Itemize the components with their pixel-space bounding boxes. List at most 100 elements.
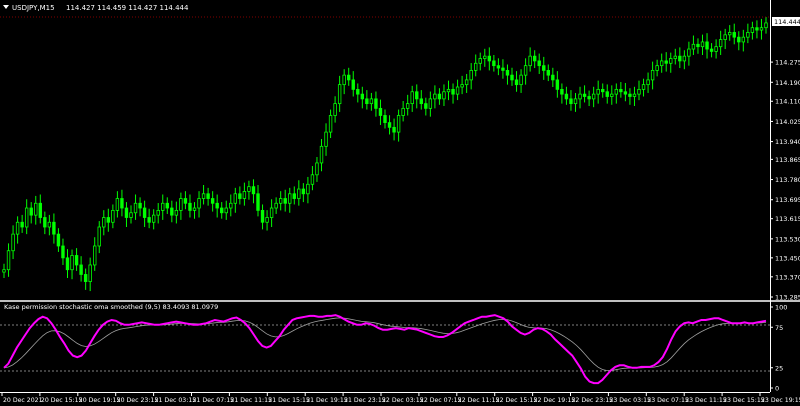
candle-body xyxy=(210,198,215,204)
level-tick-label: 0 xyxy=(775,385,779,393)
candle-body xyxy=(129,212,133,218)
candle-body xyxy=(696,43,700,48)
candle-body xyxy=(687,48,691,57)
price-marker-text: 114.444 xyxy=(774,18,800,26)
candle-body xyxy=(102,217,106,228)
candle-body xyxy=(405,103,410,109)
time-tick-label: 20 Dec 2021 xyxy=(3,397,43,404)
candle-body xyxy=(523,65,528,76)
candle-body xyxy=(288,193,292,204)
candle-body xyxy=(442,91,446,100)
time-tick-label: 20 Dec 19:15 xyxy=(79,397,121,404)
candle-body xyxy=(655,65,659,71)
candle-body xyxy=(401,107,405,116)
candle-body xyxy=(510,74,514,81)
candle-body xyxy=(224,207,228,214)
candle-body xyxy=(601,88,605,93)
candle-body xyxy=(723,34,727,40)
candle-body xyxy=(632,93,637,97)
candle-body xyxy=(220,207,224,214)
candle-body xyxy=(192,207,197,211)
candle-body xyxy=(11,233,15,252)
candle-body xyxy=(619,88,623,93)
current-price-marker: 114.444 xyxy=(772,17,800,26)
time-tick-label: 20 Dec 15:15 xyxy=(41,397,83,404)
candle-body xyxy=(428,98,433,109)
candle-body xyxy=(151,214,156,223)
candle-body xyxy=(437,93,442,100)
candle-body xyxy=(591,93,596,100)
candle-body xyxy=(415,91,419,100)
candle-body xyxy=(451,88,455,95)
level-tick-label: 75 xyxy=(775,324,783,332)
candle-body xyxy=(646,79,650,86)
candle-body xyxy=(47,221,52,228)
candle-body xyxy=(396,115,401,133)
candle-body xyxy=(669,58,673,64)
candle-body xyxy=(70,255,74,271)
price-tick-label: 113.865 xyxy=(775,156,800,164)
ohlc-label: 114.427 114.459 114.427 114.444 xyxy=(66,4,189,12)
candle-body xyxy=(610,93,614,97)
time-tick-label: 22 Dec 03:15 xyxy=(382,397,424,404)
candle-body xyxy=(673,55,677,59)
candle-body xyxy=(260,209,265,223)
candle-body xyxy=(737,36,741,43)
candle-body xyxy=(106,217,111,223)
candle-body xyxy=(637,88,641,95)
candle-body xyxy=(487,55,492,62)
candle-body xyxy=(596,88,600,95)
time-tick-label: 20 Dec 23:15 xyxy=(117,397,159,404)
chart-title: USDJPY,M15 114.427 114.459 114.427 114.4… xyxy=(3,4,189,12)
candle-body xyxy=(315,162,319,176)
candle-body xyxy=(156,209,160,216)
candle-body xyxy=(410,91,414,105)
candle-body xyxy=(741,36,746,43)
price-tick-label: 114.275 xyxy=(775,59,800,67)
candle-body xyxy=(678,55,682,62)
candle-body xyxy=(20,221,24,228)
candle-body xyxy=(641,84,646,90)
time-tick-label: 22 Dec 11:15 xyxy=(458,397,500,404)
candle-body xyxy=(133,202,138,214)
candle-body xyxy=(265,217,269,223)
candle-body xyxy=(83,274,88,282)
candle-body xyxy=(764,22,768,29)
candle-body xyxy=(551,74,555,81)
candle-body xyxy=(587,96,591,100)
symbol-label: USDJPY,M15 xyxy=(12,4,55,12)
candle-body xyxy=(560,88,564,95)
price-tick-label: 113.695 xyxy=(775,196,800,204)
candle-body xyxy=(179,198,183,211)
candle-body xyxy=(542,65,546,71)
chart-window[interactable]: USDJPY,M15 114.427 114.459 114.427 114.4… xyxy=(0,0,800,406)
candle-body xyxy=(306,183,310,195)
candle-body xyxy=(705,41,709,50)
candle-body xyxy=(197,198,201,209)
candle-body xyxy=(446,88,451,93)
candle-body xyxy=(120,198,124,209)
time-tick-label: 22 Dec 23:15 xyxy=(572,397,614,404)
candle-body xyxy=(138,202,142,209)
price-tick-label: 113.450 xyxy=(775,254,800,262)
candle-body xyxy=(623,91,628,95)
candle-body xyxy=(319,145,324,164)
candle-body xyxy=(732,32,736,38)
candle-body xyxy=(297,188,301,199)
candle-body xyxy=(251,186,256,195)
candle-body xyxy=(483,55,487,59)
candle-body xyxy=(347,74,351,81)
candle-body xyxy=(691,43,696,50)
candle-body xyxy=(161,202,165,211)
candle-body xyxy=(206,193,210,199)
candle-body xyxy=(188,202,192,211)
candle-body xyxy=(614,88,619,95)
candle-body xyxy=(356,88,360,95)
candle-body xyxy=(709,48,714,52)
candle-body xyxy=(474,62,478,71)
candle-body xyxy=(337,84,342,105)
candle-body xyxy=(165,202,169,209)
candle-body xyxy=(537,60,541,67)
time-tick-label: 23 Dec 07:15 xyxy=(647,397,689,404)
candle-body xyxy=(392,126,396,133)
